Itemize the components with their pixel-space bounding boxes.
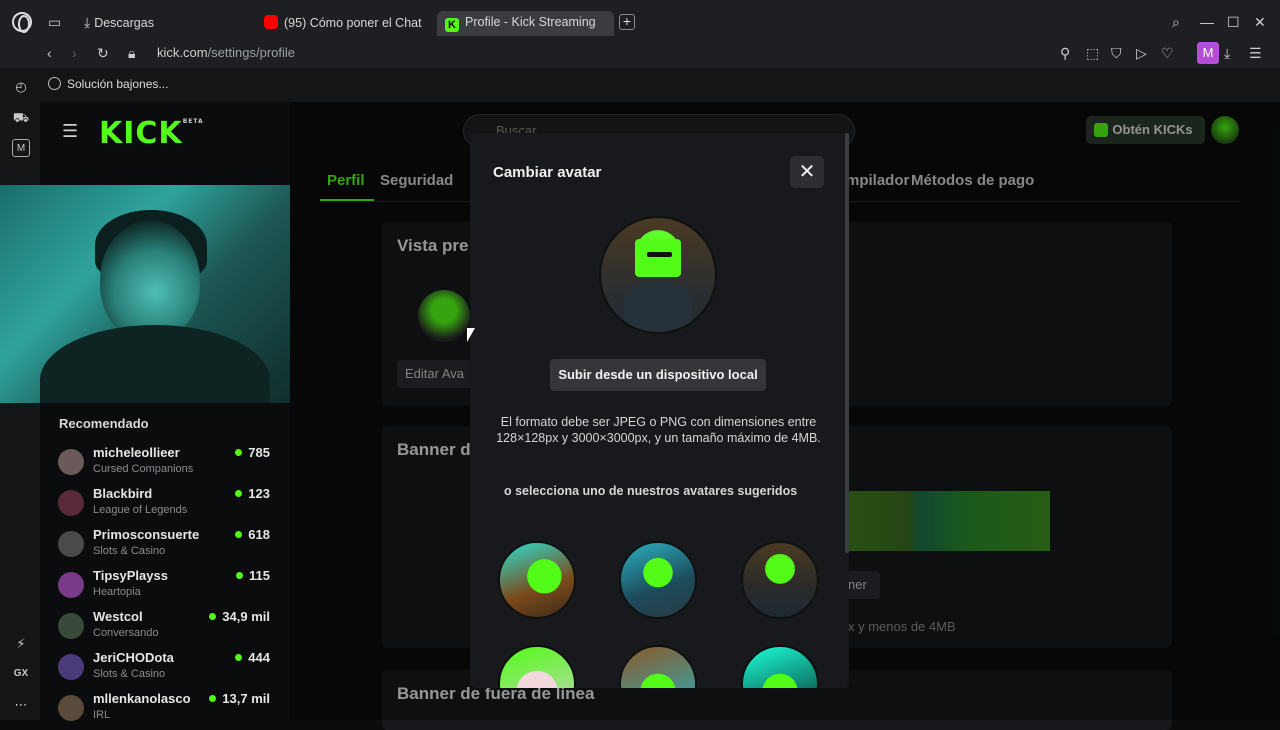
- profile-avatar[interactable]: M: [1197, 42, 1219, 64]
- minimize-icon[interactable]: —: [1200, 12, 1214, 32]
- download-icon: ⤓: [84, 14, 91, 30]
- webcam-overlay: [0, 185, 290, 403]
- current-avatar: [599, 216, 717, 334]
- youtube-icon: [264, 15, 278, 29]
- gx-icon[interactable]: GX: [12, 665, 30, 683]
- speed-dial-icon[interactable]: ◴: [12, 78, 30, 96]
- suggested-avatar[interactable]: [498, 541, 576, 619]
- more-icon[interactable]: ⋯: [12, 696, 30, 714]
- m-app-icon[interactable]: M: [12, 139, 30, 157]
- suggested-avatars-row-2: [470, 645, 845, 688]
- avatar: [58, 613, 84, 639]
- tab-kick-profile[interactable]: K Profile - Kick Streaming: [437, 11, 614, 36]
- modal-title: Cambiar avatar: [493, 164, 602, 181]
- tab-downloads[interactable]: ⤓ Descargas: [84, 12, 154, 36]
- avatar: [58, 490, 84, 516]
- opera-logo-icon[interactable]: [12, 12, 32, 33]
- downloads-icon[interactable]: ⤓: [1224, 43, 1230, 63]
- channel-item[interactable]: JeriCHODota Slots & Casino 444: [58, 650, 270, 688]
- new-tab-button[interactable]: +: [619, 14, 635, 30]
- url-field[interactable]: kick.com/settings/profile: [157, 45, 295, 60]
- search-icon[interactable]: ⌕: [1172, 12, 1180, 32]
- play-icon[interactable]: ▷: [1136, 43, 1147, 63]
- flow-icon[interactable]: ⚡︎: [12, 635, 30, 653]
- browser-tab-bar: [0, 0, 1280, 44]
- snapshot-icon[interactable]: ⬚: [1086, 43, 1099, 63]
- avatar: [58, 531, 84, 557]
- tab-youtube[interactable]: (95) Cómo poner el Chat d: [264, 12, 424, 36]
- kick-logo[interactable]: KICKBETA: [99, 116, 204, 151]
- tab-islands-icon[interactable]: ▭: [48, 12, 61, 32]
- menu-icon[interactable]: ☰: [1249, 43, 1262, 63]
- shopping-icon[interactable]: ⛟: [12, 109, 30, 127]
- recommended-label: Recomendado: [59, 416, 149, 431]
- maximize-icon[interactable]: ☐: [1227, 12, 1240, 32]
- heart-icon[interactable]: ♡: [1161, 43, 1174, 63]
- upload-local-button[interactable]: Subir desde un dispositivo local: [550, 359, 766, 391]
- mouse-cursor: [467, 328, 475, 342]
- avatar: [58, 572, 84, 598]
- channel-item[interactable]: TipsyPlayss Heartopia 115: [58, 568, 270, 606]
- channel-item[interactable]: mllenkanolasco IRL 13,7 mil: [58, 691, 270, 729]
- hamburger-icon[interactable]: ☰: [62, 121, 78, 141]
- suggested-avatar[interactable]: [498, 645, 576, 688]
- pin-icon[interactable]: ⚲: [1060, 43, 1070, 63]
- channel-item[interactable]: Primosconsuerte Slots & Casino 618: [58, 527, 270, 565]
- avatar: [58, 654, 84, 680]
- kick-favicon-icon: K: [445, 18, 459, 32]
- globe-icon: [48, 77, 61, 90]
- channel-item[interactable]: Blackbird League of Legends 123: [58, 486, 270, 524]
- avatar: [58, 449, 84, 475]
- shield-icon[interactable]: ⛉: [1111, 43, 1122, 63]
- avatar: [58, 695, 84, 721]
- suggested-avatar[interactable]: [741, 645, 819, 688]
- suggested-avatar[interactable]: [741, 541, 819, 619]
- channel-item[interactable]: micheleollieer Cursed Companions 785: [58, 445, 270, 483]
- close-window-icon[interactable]: ✕: [1254, 12, 1266, 32]
- channel-item[interactable]: Westcol Conversando 34,9 mil: [58, 609, 270, 647]
- lock-icon: 🔒︎: [128, 45, 136, 61]
- back-icon[interactable]: ‹: [47, 43, 52, 63]
- suggested-avatars-label: o selecciona uno de nuestros avatares su…: [504, 484, 798, 498]
- forward-icon[interactable]: ›: [72, 43, 77, 63]
- bookmark-bar: [40, 68, 1280, 102]
- reload-icon[interactable]: ↻: [97, 43, 109, 63]
- format-requirements: El formato debe ser JPEG o PNG con dimen…: [496, 415, 821, 445]
- modal-scrollbar[interactable]: [845, 133, 849, 553]
- bookmark-item[interactable]: Solución bajones...: [48, 77, 168, 91]
- close-button[interactable]: ✕: [790, 156, 824, 188]
- suggested-avatar[interactable]: [619, 645, 697, 688]
- suggested-avatar[interactable]: [619, 541, 697, 619]
